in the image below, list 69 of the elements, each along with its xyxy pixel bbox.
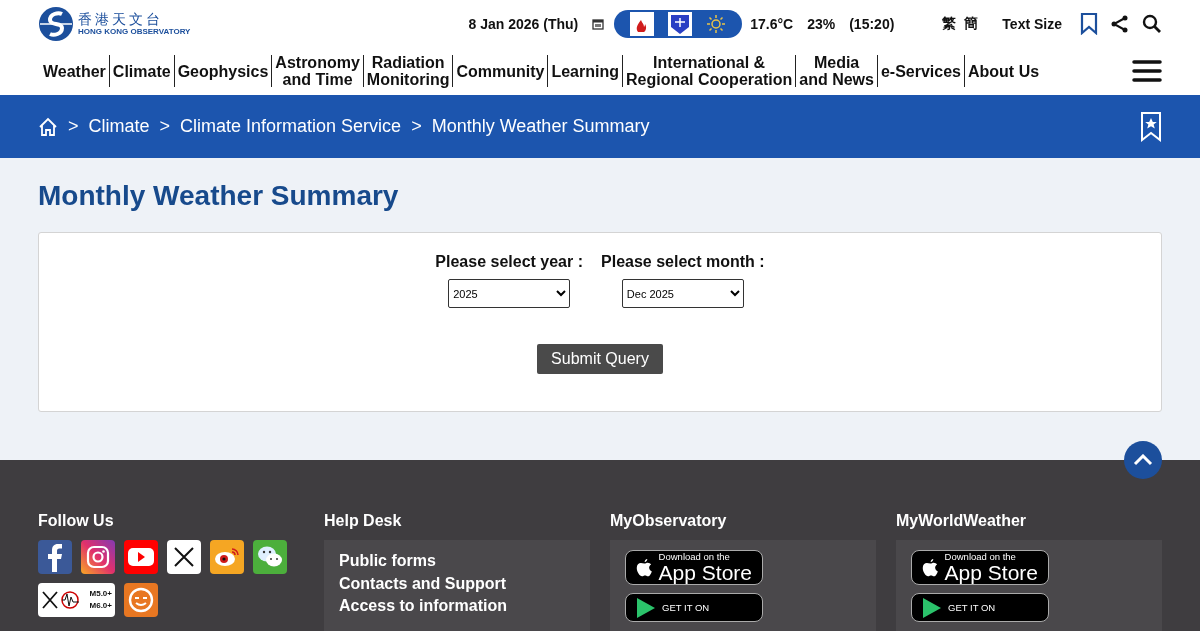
magnitude-label: M6.0+ [89, 600, 112, 612]
observatory-logo-icon [38, 5, 74, 42]
date-text: 8 Jan 2026 (Thu) [468, 15, 579, 32]
nav-menu-item[interactable]: Astronomy and Time [271, 55, 363, 87]
play-triangle-icon [636, 596, 656, 619]
update-time-text: (15:20) [849, 15, 895, 32]
footer-heading: Follow Us [38, 512, 115, 531]
scroll-to-top-button[interactable] [1124, 441, 1162, 479]
text-size-button[interactable]: Text Size [996, 14, 1068, 33]
footer-heading: MyObservatory [610, 512, 728, 531]
breadcrumb-separator: > [159, 116, 171, 137]
nav-menu-item[interactable]: Community [452, 55, 548, 87]
eye-logo-icon[interactable] [210, 540, 244, 574]
help-desk-link[interactable]: Public forms [339, 550, 575, 573]
nav-menu-item[interactable]: About Us [964, 55, 1043, 87]
app-store-badge[interactable]: Download on the App Store [625, 550, 763, 585]
bookmark-star-icon[interactable] [1140, 111, 1162, 142]
share-icon[interactable] [1110, 13, 1130, 34]
temperature-text: 17.6°C [750, 15, 794, 32]
search-icon[interactable] [1142, 13, 1162, 34]
home-icon[interactable] [38, 116, 58, 137]
breadcrumb-link[interactable]: Climate Information Service [180, 116, 402, 137]
play-triangle-icon [922, 596, 942, 619]
fire-warning-icon[interactable] [630, 11, 655, 36]
google-play-badge[interactable]: GET IT ON [911, 593, 1049, 622]
nav-menu-item[interactable]: International & Regional Cooperation [622, 55, 796, 87]
help-desk-link[interactable]: Access to information [339, 595, 575, 618]
menu-icon[interactable] [1132, 60, 1162, 82]
google-play-badge[interactable]: GET IT ON [625, 593, 763, 622]
earthquake-feed-link[interactable]: M5.0+ M6.0+ [38, 583, 115, 617]
language-link[interactable]: 繁 [938, 14, 961, 33]
instagram-icon[interactable] [81, 540, 115, 574]
app-store-badge[interactable]: Download on the App Store [911, 550, 1049, 585]
nav-menu-item[interactable]: Weather [40, 55, 109, 87]
logo-english-name: HONG KONG OBSERVATORY [78, 26, 191, 36]
x-seismograph-icon [41, 589, 79, 611]
nav-menu-item[interactable]: Geophysics [173, 55, 272, 87]
nav-menu-item[interactable]: Radiation Monitoring [362, 55, 453, 87]
breadcrumb-link[interactable]: Monthly Weather Summary [431, 116, 650, 137]
chevron-up-icon [1133, 454, 1153, 466]
facebook-icon[interactable] [38, 540, 72, 574]
year-label: Please select year : [435, 253, 583, 271]
bookmark-icon[interactable] [1080, 12, 1098, 35]
help-desk-link[interactable]: Contacts and Support [339, 572, 575, 595]
footer-heading: MyWorldWeather [896, 512, 1028, 531]
year-select[interactable]: 2025 [448, 279, 571, 308]
nav-menu-item[interactable]: Climate [108, 55, 174, 87]
nav-menu-item[interactable]: Learning [547, 55, 622, 87]
video-play-icon[interactable] [124, 540, 158, 574]
x-logo-icon[interactable] [167, 540, 201, 574]
language-link[interactable]: 簡 [960, 14, 983, 33]
submit-query-button[interactable]: Submit Query [537, 344, 663, 374]
humidity-text: 23% [807, 15, 836, 32]
smiley-icon[interactable] [124, 583, 158, 617]
breadcrumb-separator: > [68, 116, 79, 137]
footer-heading: Help Desk [324, 512, 403, 531]
calendar-icon[interactable] [592, 17, 605, 30]
nav-menu-item[interactable]: Media and News [795, 55, 877, 87]
chat-bubbles-icon[interactable] [253, 540, 287, 574]
nav-menu-item[interactable]: e-Services [876, 55, 964, 87]
month-label: Please select month : [601, 253, 765, 271]
logo-chinese-name: 香港天文台 [78, 11, 164, 27]
magnitude-label: M5.0+ [89, 588, 112, 600]
page-title: Monthly Weather Summary [38, 180, 400, 213]
sun-icon[interactable] [706, 13, 727, 34]
month-select[interactable]: Dec 2025 [621, 279, 744, 308]
breadcrumb-separator: > [411, 116, 422, 137]
cold-warning-icon[interactable] [668, 11, 693, 36]
breadcrumb-link[interactable]: Climate [88, 116, 150, 137]
